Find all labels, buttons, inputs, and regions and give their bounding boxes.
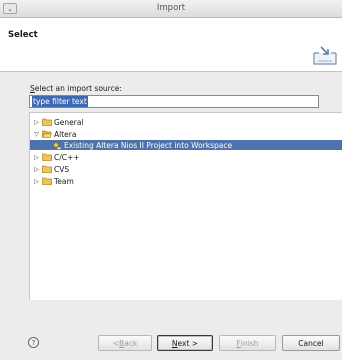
page-title: Select (8, 30, 38, 40)
import-source-tree[interactable]: ▷ General ▽ Altera Existing Altera Nios … (29, 112, 342, 300)
tree-item-cpp[interactable]: ▷ C/C++ (30, 152, 342, 162)
folder-icon (42, 118, 52, 126)
wizard-banner: Select (0, 18, 342, 72)
tree-item-cvs[interactable]: ▷ CVS (30, 164, 342, 174)
back-button[interactable]: < Back (98, 335, 152, 351)
tree-item-existing-nios-project[interactable]: Existing Altera Nios II Project into Wor… (30, 140, 342, 150)
tree-item-label: Altera (54, 129, 77, 139)
tree-item-label: Team (54, 176, 74, 186)
finish-button[interactable]: Finish (219, 335, 276, 351)
help-icon: ? (31, 338, 36, 347)
import-dialog: ⌄ Import Select Select an import source:… (0, 0, 342, 360)
expand-arrow-icon[interactable]: ▷ (32, 178, 41, 185)
filter-text: type filter text (32, 96, 88, 107)
project-icon (52, 141, 62, 150)
next-button[interactable]: Next > (157, 335, 213, 351)
tree-item-label: Existing Altera Nios II Project into Wor… (64, 140, 233, 150)
collapse-arrow-icon[interactable]: ▽ (32, 131, 41, 138)
help-button[interactable]: ? (28, 337, 39, 348)
tree-item-label: C/C++ (54, 152, 80, 162)
folder-icon (42, 177, 52, 185)
folder-open-icon (42, 130, 52, 138)
title-bar: ⌄ Import (0, 0, 342, 18)
tree-item-team[interactable]: ▷ Team (30, 176, 342, 186)
expand-arrow-icon[interactable]: ▷ (32, 154, 41, 161)
import-wizard-icon (313, 46, 337, 65)
tree-item-general[interactable]: ▷ General (30, 117, 342, 127)
import-source-label: Select an import source: (30, 84, 122, 93)
tree-item-altera[interactable]: ▽ Altera (30, 129, 342, 139)
filter-input[interactable]: type filter text (29, 95, 319, 108)
window-title: Import (156, 3, 186, 13)
folder-icon (42, 165, 52, 173)
cancel-button[interactable]: Cancel (282, 335, 340, 351)
tree-item-label: CVS (54, 164, 70, 174)
expand-arrow-icon[interactable]: ▷ (32, 119, 41, 126)
expand-arrow-icon[interactable]: ▷ (32, 166, 41, 173)
folder-icon (42, 153, 52, 161)
tree-item-label: General (54, 117, 84, 127)
